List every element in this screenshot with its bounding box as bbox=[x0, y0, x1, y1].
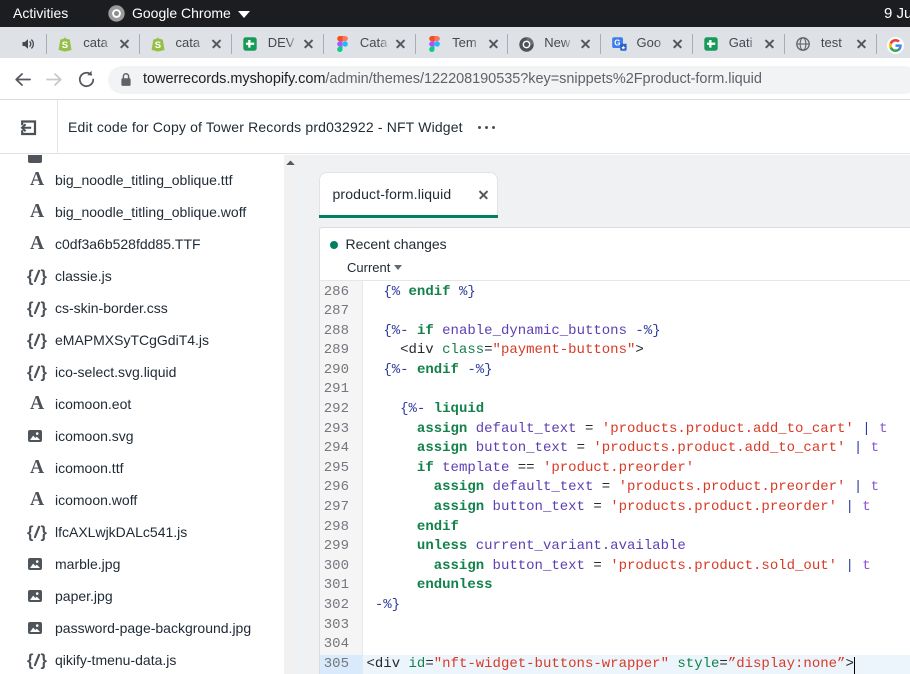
svg-text:}: } bbox=[41, 300, 48, 318]
svg-text:S: S bbox=[154, 40, 160, 51]
svg-text:★: ★ bbox=[620, 44, 625, 51]
svg-text:{: { bbox=[27, 652, 34, 670]
svg-text:}: } bbox=[41, 364, 48, 382]
svg-text:{: { bbox=[27, 364, 34, 382]
svg-text:{: { bbox=[27, 300, 34, 318]
svg-text:{: { bbox=[27, 268, 34, 286]
svg-text:}: } bbox=[41, 524, 48, 542]
svg-text:}: } bbox=[41, 332, 48, 350]
svg-text:G: G bbox=[614, 39, 620, 48]
svg-text:{: { bbox=[27, 332, 34, 350]
svg-text:{: { bbox=[27, 524, 34, 542]
svg-text:}: } bbox=[41, 268, 48, 286]
svg-text:}: } bbox=[41, 652, 48, 670]
svg-text:S: S bbox=[62, 40, 68, 51]
